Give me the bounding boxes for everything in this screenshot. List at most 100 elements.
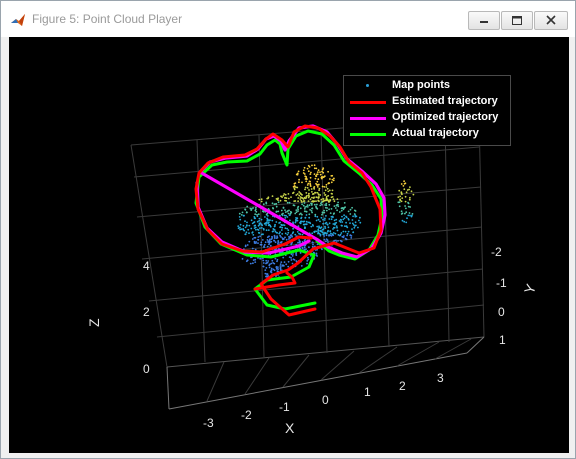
map-point	[346, 234, 348, 237]
map-point	[318, 187, 321, 190]
map-point	[301, 247, 304, 250]
map-point	[357, 226, 359, 229]
map-point	[299, 207, 302, 210]
map-point	[245, 231, 248, 234]
map-point	[283, 214, 286, 217]
plot-canvas[interactable]: 0 2 4 -3 -2 -1 0 1 2 3 -2 -1 0 1 X Y Z Map points E…	[9, 37, 569, 453]
map-point	[336, 203, 339, 206]
map-point	[281, 224, 283, 227]
map-point	[351, 228, 353, 231]
figure-window: Figure 5: Point Cloud Player 0 2 4 -3 -2…	[0, 0, 576, 459]
map-point	[282, 194, 285, 197]
map-point	[268, 235, 270, 238]
map-point	[301, 181, 303, 184]
map-point	[327, 241, 329, 244]
map-point	[260, 218, 263, 221]
map-point	[323, 219, 326, 221]
map-point	[404, 200, 407, 203]
map-point	[310, 171, 312, 174]
map-point	[411, 214, 413, 217]
map-point	[292, 253, 294, 255]
minimize-icon	[480, 21, 488, 23]
map-point	[327, 190, 330, 193]
map-point	[289, 219, 291, 222]
map-point	[338, 211, 341, 213]
map-point	[321, 185, 324, 188]
map-point	[255, 228, 257, 231]
map-point	[345, 221, 347, 224]
maximize-button[interactable]	[501, 11, 533, 30]
map-point	[331, 233, 334, 236]
map-point	[313, 186, 316, 188]
close-button[interactable]	[534, 11, 568, 30]
map-point	[265, 229, 268, 232]
map-point	[405, 207, 407, 210]
map-point	[259, 235, 261, 238]
map-point	[298, 232, 300, 235]
map-point	[304, 188, 306, 191]
map-point	[336, 198, 339, 201]
map-point	[245, 260, 248, 263]
map-point	[313, 167, 316, 170]
map-point	[315, 175, 317, 177]
map-point	[303, 246, 306, 249]
map-point	[322, 167, 325, 170]
map-point	[324, 225, 326, 228]
map-point	[292, 221, 294, 224]
map-point	[332, 198, 335, 201]
minimize-button[interactable]	[468, 11, 500, 30]
map-point	[270, 262, 273, 265]
map-point	[238, 216, 241, 218]
map-point	[301, 194, 303, 196]
map-point	[343, 202, 346, 204]
y-tick-2: 0	[498, 305, 505, 319]
window-title: Figure 5: Point Cloud Player	[32, 12, 183, 26]
map-point	[287, 197, 290, 200]
map-point	[281, 233, 284, 235]
map-point	[272, 207, 274, 209]
map-point	[319, 230, 322, 233]
map-point	[330, 181, 333, 184]
legend[interactable]: Map points Estimated trajectory Optimize…	[343, 75, 511, 146]
map-point	[314, 213, 317, 216]
map-point	[273, 269, 276, 272]
optimized-swatch	[350, 117, 386, 120]
map-point	[284, 199, 286, 202]
map-point	[307, 182, 310, 185]
map-point	[302, 204, 305, 207]
map-point	[279, 265, 282, 267]
map-point	[305, 192, 308, 194]
map-point	[343, 235, 345, 237]
map-point	[259, 257, 261, 260]
map-point	[318, 230, 320, 232]
map-point	[322, 200, 325, 203]
map-point	[283, 224, 286, 227]
map-point	[317, 183, 320, 186]
map-point	[349, 222, 351, 225]
map-point	[276, 236, 279, 239]
map-point	[296, 231, 299, 233]
map-point	[325, 195, 328, 198]
map-point	[265, 213, 268, 216]
map-point	[311, 224, 314, 226]
y-tick-1: -1	[496, 276, 507, 290]
map-point	[280, 195, 282, 198]
title-bar[interactable]: Figure 5: Point Cloud Player	[1, 1, 575, 37]
map-point	[332, 232, 335, 234]
map-point	[251, 247, 254, 250]
map-point	[319, 173, 322, 176]
map-point	[353, 226, 356, 229]
map-point	[249, 207, 252, 210]
map-point	[292, 185, 295, 188]
map-point	[262, 259, 265, 262]
map-point	[238, 212, 241, 215]
map-point	[269, 224, 272, 227]
map-point	[311, 207, 314, 210]
map-point	[325, 183, 328, 186]
map-point	[242, 224, 245, 227]
map-point	[313, 173, 316, 176]
map-point	[323, 238, 326, 241]
map-point	[358, 219, 360, 222]
x-tick-4: 1	[364, 385, 371, 399]
y-tick-3: 1	[499, 333, 506, 347]
